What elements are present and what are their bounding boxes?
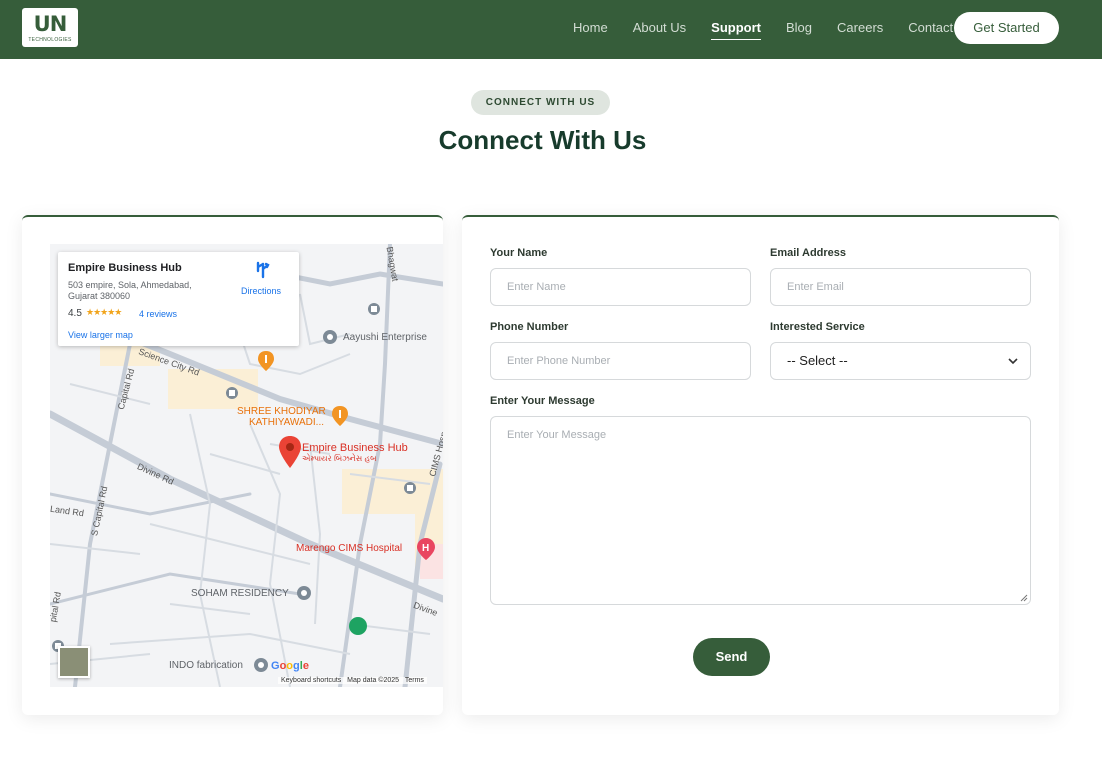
logo-subtitle: TECHNOLOGIES bbox=[28, 37, 72, 43]
contact-form: Your Name Enter Name Email Address Enter… bbox=[462, 215, 1059, 715]
reviews-link[interactable]: 4 reviews bbox=[139, 309, 177, 319]
nav-careers[interactable]: Careers bbox=[837, 20, 883, 40]
email-label: Email Address bbox=[770, 247, 847, 259]
location-pin-icon bbox=[279, 436, 301, 468]
name-input[interactable]: Enter Name bbox=[490, 268, 751, 306]
map-card: Empire Business Hub 503 empire, Sola, Ah… bbox=[22, 215, 443, 715]
map-label-aayushi: Aayushi Enterprise bbox=[343, 332, 427, 343]
logo[interactable]: UN TECHNOLOGIES bbox=[22, 8, 78, 47]
place-rating: 4.5 bbox=[68, 308, 82, 319]
send-button[interactable]: Send bbox=[693, 638, 770, 676]
chevron-down-icon bbox=[1008, 358, 1018, 365]
gray-pin-icon bbox=[297, 586, 311, 600]
map-label-soham: SOHAM RESIDENCY bbox=[191, 588, 289, 599]
map-label-empire: Empire Business Hub bbox=[302, 442, 408, 454]
message-placeholder: Enter Your Message bbox=[507, 429, 607, 441]
email-input[interactable]: Enter Email bbox=[770, 268, 1031, 306]
get-started-button[interactable]: Get Started bbox=[954, 12, 1059, 44]
svg-text:H: H bbox=[422, 543, 429, 554]
bus-stop-icon bbox=[368, 303, 380, 315]
nav-home[interactable]: Home bbox=[573, 20, 608, 40]
name-label: Your Name bbox=[490, 247, 548, 259]
message-label: Enter Your Message bbox=[490, 395, 595, 407]
restaurant-pin-icon bbox=[332, 406, 348, 426]
restaurant-pin-icon bbox=[258, 351, 274, 371]
section-badge: CONNECT WITH US bbox=[471, 90, 610, 115]
nav-links: Home About Us Support Blog Careers Conta… bbox=[573, 20, 978, 40]
place-name: Empire Business Hub bbox=[68, 262, 182, 274]
keyboard-shortcuts-link[interactable]: Keyboard shortcuts bbox=[281, 677, 341, 684]
map-attribution: Keyboard shortcuts Map data ©2025 Terms bbox=[278, 677, 427, 684]
gray-pin-icon bbox=[323, 330, 337, 344]
phone-label: Phone Number bbox=[490, 321, 569, 333]
service-select[interactable]: -- Select -- bbox=[770, 342, 1031, 380]
map-label-kathi: KATHIYAWADI... bbox=[249, 417, 325, 428]
rating-stars: ★★★★★ bbox=[86, 307, 122, 317]
directions-link[interactable]: Directions bbox=[241, 286, 281, 296]
terms-link[interactable]: Terms bbox=[405, 677, 424, 684]
service-label: Interested Service bbox=[770, 321, 865, 333]
phone-input[interactable]: Enter Phone Number bbox=[490, 342, 751, 380]
nav-contact[interactable]: Contact bbox=[908, 20, 953, 40]
bus-stop-icon bbox=[404, 482, 416, 494]
map-label-indo: INDO fabrication bbox=[169, 660, 243, 671]
nav-support[interactable]: Support bbox=[711, 20, 761, 40]
hospital-pin-icon: H bbox=[417, 538, 435, 560]
place-address: 503 empire, Sola, Ahmedabad, Gujarat 380… bbox=[68, 280, 192, 301]
map-data-text: Map data ©2025 bbox=[347, 677, 400, 684]
directions-icon[interactable] bbox=[254, 261, 272, 279]
view-larger-map-link[interactable]: View larger map bbox=[68, 330, 133, 340]
message-textarea[interactable]: Enter Your Message bbox=[490, 416, 1031, 605]
resize-handle-icon[interactable] bbox=[1020, 594, 1028, 602]
nav-about-us[interactable]: About Us bbox=[633, 20, 686, 40]
navbar: UN TECHNOLOGIES Home About Us Support Bl… bbox=[0, 0, 1102, 59]
embedded-map[interactable]: Empire Business Hub 503 empire, Sola, Ah… bbox=[50, 244, 443, 687]
bus-stop-icon bbox=[226, 387, 238, 399]
gray-pin-icon bbox=[254, 658, 268, 672]
page-title: Connect With Us bbox=[438, 125, 647, 155]
logo-mark: UN bbox=[33, 12, 68, 36]
satellite-toggle[interactable] bbox=[58, 646, 90, 678]
map-label-marengo: Marengo CIMS Hospital bbox=[296, 543, 403, 554]
nav-blog[interactable]: Blog bbox=[786, 20, 812, 40]
map-label-empire-gujarati: એમ્પાયર બિઝનેસ હબ bbox=[302, 454, 377, 463]
service-select-value: -- Select -- bbox=[787, 353, 848, 368]
place-info-card: Empire Business Hub 503 empire, Sola, Ah… bbox=[58, 252, 299, 346]
map-label-shree: SHREE KHODIYAR bbox=[237, 406, 326, 417]
google-logo: Google bbox=[271, 660, 309, 672]
